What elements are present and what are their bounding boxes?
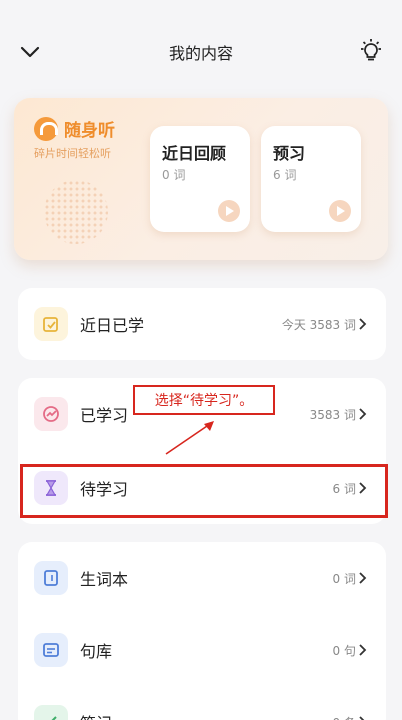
annotation-callout: 选择“待学习”。 (133, 385, 275, 415)
list-item-value: 0 条 (333, 714, 356, 720)
chevron-right-icon (359, 408, 367, 420)
top-bar: 我的内容 (0, 0, 402, 104)
brand-subtitle: 碎片时间轻松听 (34, 147, 111, 160)
page-title: 我的内容 (168, 44, 233, 63)
list-item-notes[interactable]: 笔记 0 条 (18, 694, 386, 720)
play-icon[interactable] (329, 200, 351, 222)
headphones-icon (34, 116, 58, 141)
chevron-right-icon (359, 572, 367, 584)
list-item-recent[interactable]: 近日已学 今天 3583 词 (18, 296, 386, 352)
list-item-label: 句库 (80, 642, 113, 661)
calendar-check-icon (34, 307, 68, 341)
preview-title: 预习 (273, 144, 306, 163)
review-count: 0 词 (162, 168, 186, 182)
brand: 随身听 碎片时间轻松听 (34, 116, 115, 161)
audio-promo-card[interactable]: 随身听 碎片时间轻松听 近日回顾 0 词 预习 6 词 (14, 98, 388, 260)
list-item-vocab[interactable]: 生词本 0 词 (18, 550, 386, 606)
notebook-icon (34, 561, 68, 595)
preview-count: 6 词 (273, 168, 297, 182)
list-item-value: 0 词 (332, 571, 356, 586)
review-title: 近日回顾 (162, 144, 227, 163)
annotation-arrow-icon (165, 421, 214, 455)
list-item-label: 生词本 (80, 570, 129, 589)
chevron-right-icon (359, 644, 367, 656)
chevron-right-icon (359, 318, 367, 330)
preview-card[interactable]: 预习 6 词 (261, 126, 361, 232)
list-item-value: 0 句 (332, 643, 356, 658)
pencil-icon (34, 705, 68, 720)
list-item-label: 近日已学 (80, 316, 145, 335)
highlight-box (20, 464, 388, 518)
speaker-pattern-icon (44, 180, 108, 244)
progress-chart-icon (34, 397, 68, 431)
list-item-label: 笔记 (80, 710, 112, 720)
collection-card: 生词本 0 词 句库 0 句 笔记 0 条 (18, 542, 386, 720)
lightbulb-icon[interactable] (358, 38, 384, 64)
recent-card: 近日已学 今天 3583 词 (18, 288, 386, 360)
review-card[interactable]: 近日回顾 0 词 (150, 126, 250, 232)
list-item-label: 已学习 (80, 406, 129, 425)
list-item-value: 今天 3583 词 (281, 317, 356, 332)
list-item-sentences[interactable]: 句库 0 句 (18, 622, 386, 678)
play-icon[interactable] (218, 200, 240, 222)
sentence-card-icon (34, 633, 68, 667)
chevron-right-icon (359, 716, 365, 720)
brand-name: 随身听 (64, 121, 115, 141)
list-item-value: 3583 词 (309, 407, 356, 422)
